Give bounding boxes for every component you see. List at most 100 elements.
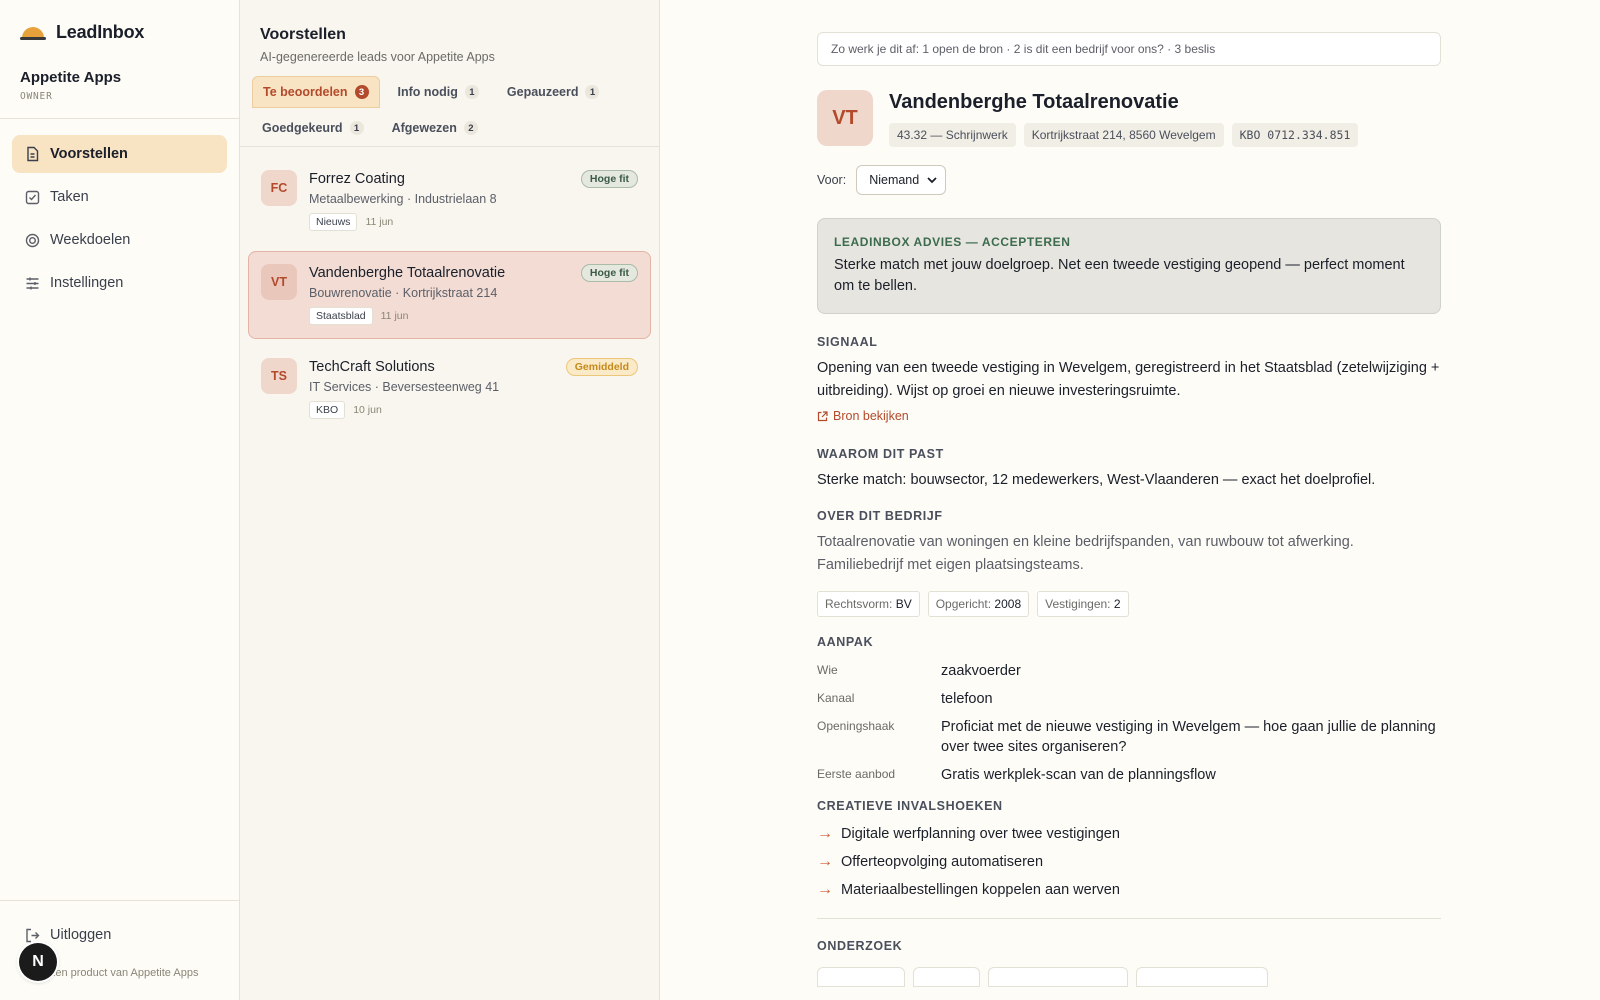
workflow-hint: Zo werk je dit af: 1 open de bron · 2 is… <box>817 32 1441 66</box>
section-label: WAAROM DIT PAST <box>817 446 944 461</box>
list-subtitle: AI-gegenereerde leads voor Appetite Apps <box>260 50 495 64</box>
card-date: 11 jun <box>380 310 409 322</box>
app-root: LeadInbox Appetite Apps OWNER Voorstelle… <box>0 0 1600 1000</box>
n-avatar-badge[interactable]: N <box>19 943 57 981</box>
avatar: FC <box>261 170 297 206</box>
research-pill[interactable] <box>988 966 1128 987</box>
tab-count: 1 <box>464 85 479 99</box>
tab-info-nodig[interactable]: Info nodig 1 <box>388 76 489 108</box>
company-name: Vandenberghe Totaalrenovatie <box>889 91 1179 113</box>
tab-count: 3 <box>354 85 369 99</box>
proposal-detail: Zo werk je dit af: 1 open de bron · 2 is… <box>660 0 1600 1000</box>
list-item[interactable]: VT Vandenberghe Totaalrenovatie Bouwreno… <box>248 251 651 339</box>
signal-section: SIGNAAL Opening van een tweede vestiging… <box>817 335 1441 425</box>
tab-gepauzeerd[interactable]: Gepauzeerd 1 <box>497 76 610 108</box>
list-item: → Digitale werfplanning over twee vestigi… <box>817 824 1120 842</box>
list-header: Voorstellen AI-gegenereerde leads voor A… <box>240 0 659 64</box>
why-text: Sterke match: bouwsector, 12 medewerkers… <box>817 471 1376 488</box>
arrow-right-icon: → <box>817 880 833 898</box>
address-chip: Kortrijkstraat 214, 8560 Wevelgem <box>1023 123 1224 147</box>
research-pill[interactable] <box>913 966 980 987</box>
advice-label: LEADINBOX ADVIES — ACCEPTEREN <box>834 235 1071 249</box>
sidebar-item-label: Voorstellen <box>50 146 128 162</box>
avatar: TS <box>261 358 297 394</box>
signal-text: Opening van een tweede vestiging in Weve… <box>817 360 1440 399</box>
source-tag: Nieuws <box>309 213 358 231</box>
external-link-icon <box>817 410 828 421</box>
section-label: CREATIEVE INVALSHOEKEN <box>817 798 1003 813</box>
tab-goedgekeurd[interactable]: Goedgekeurd 1 <box>252 112 374 144</box>
assignee-label: Voor: <box>817 173 847 187</box>
approach-row: Eerste aanbod Gratis werkplek-scan van d… <box>817 766 1216 783</box>
research-pills <box>817 966 1441 987</box>
brand[interactable]: LeadInbox <box>0 0 239 43</box>
logout-icon <box>24 927 40 943</box>
divider <box>817 917 1441 919</box>
tab-count: 2 <box>463 121 478 135</box>
org-name: Appetite Apps <box>20 69 122 86</box>
source-tag: KBO <box>309 401 346 419</box>
checkbox-icon <box>24 189 40 205</box>
source-link-label: Bron bekijken <box>833 409 909 423</box>
tab-label: Afgewezen <box>391 121 457 135</box>
list-item: → Materiaalbestellingen koppelen aan werv… <box>817 880 1120 898</box>
tab-afgewezen[interactable]: Afgewezen 2 <box>382 112 488 144</box>
list-item[interactable]: TS TechCraft Solutions IT Services · Bev… <box>248 345 651 433</box>
card-date: 11 jun <box>365 216 394 228</box>
source-tag: Staatsblad <box>309 307 373 325</box>
document-icon <box>24 146 40 162</box>
research-pill[interactable] <box>817 966 905 987</box>
sidebar-item-weekdoelen[interactable]: Weekdoelen <box>12 221 227 259</box>
org-role: OWNER <box>20 91 53 102</box>
section-label: OVER DIT BEDRIJF <box>817 508 943 523</box>
proposal-cards: FC Forrez Coating Metaalbewerking · Indu… <box>240 147 659 433</box>
sidebar-nav: Voorstellen Taken Weekdoelen Instellinge… <box>0 119 239 302</box>
arrow-right-icon: → <box>817 852 833 870</box>
card-meta: Bouwrenovatie · Kortrijkstraat 214 <box>309 286 498 300</box>
sidebar-item-taken[interactable]: Taken <box>12 178 227 216</box>
brand-name: LeadInbox <box>56 22 145 42</box>
fact-legal-form: Rechtsvorm: BV <box>817 590 920 617</box>
company-facts: Rechtsvorm: BV Opgericht: 2008 Vestiging… <box>817 590 1441 617</box>
proposal-list-pane: Voorstellen AI-gegenereerde leads voor A… <box>240 0 660 1000</box>
card-meta: Metaalbewerking · Industrielaan 8 <box>309 192 497 206</box>
sidebar-item-label: Instellingen <box>50 275 124 291</box>
assignee-select[interactable]: Niemand <box>856 165 947 195</box>
tab-label: Gepauzeerd <box>506 85 579 99</box>
sidebar-item-voorstellen[interactable]: Voorstellen <box>12 135 227 173</box>
approach-row: Wie zaakvoerder <box>817 662 1021 679</box>
logout-button[interactable]: Uitloggen <box>0 901 239 943</box>
fit-badge: Gemiddeld <box>565 358 638 376</box>
approach-row: Openingshaak Proficiat met de nieuwe ves… <box>817 718 1436 755</box>
company-header: VT Vandenberghe Totaalrenovatie 43.32 — … <box>817 90 1441 147</box>
about-section: OVER DIT BEDRIJF Totaalrenovatie van won… <box>817 509 1441 617</box>
tab-label: Info nodig <box>397 85 458 99</box>
arrow-right-icon: → <box>817 824 833 842</box>
source-link[interactable]: Bron bekijken <box>817 409 909 423</box>
about-text: Totaalrenovatie van woningen en kleine b… <box>817 533 1354 573</box>
tab-te-beoordelen[interactable]: Te beoordelen 3 <box>252 76 380 108</box>
sidebar-item-label: Taken <box>50 189 89 205</box>
nace-chip: 43.32 — Schrijnwerk <box>889 123 1016 147</box>
logout-label: Uitloggen <box>50 927 112 943</box>
sunrise-logo-icon <box>20 26 46 40</box>
sidebar-item-instellingen[interactable]: Instellingen <box>12 264 227 302</box>
section-label: AANPAK <box>817 634 874 649</box>
avatar: VT <box>261 264 297 300</box>
approach-row: Kanaal telefoon <box>817 690 993 707</box>
assignee-row: Voor: Niemand <box>817 165 1441 195</box>
section-label: SIGNAAL <box>817 335 878 349</box>
sidebar: LeadInbox Appetite Apps OWNER Voorstelle… <box>0 0 240 1000</box>
sidebar-item-label: Weekdoelen <box>50 232 131 248</box>
fact-locations: Vestigingen: 2 <box>1037 590 1129 617</box>
research-section: ONDERZOEK <box>817 939 1441 987</box>
approach-section: AANPAK Wie zaakvoerder Kanaal telefoon O… <box>817 635 1441 785</box>
tab-count: 1 <box>349 121 364 135</box>
list-item[interactable]: FC Forrez Coating Metaalbewerking · Indu… <box>248 157 651 245</box>
why-section: WAAROM DIT PAST Sterke match: bouwsector… <box>817 447 1441 492</box>
advice-box: LEADINBOX ADVIES — ACCEPTEREN Sterke mat… <box>817 218 1441 314</box>
company-avatar: VT <box>817 90 873 146</box>
ideas-section: CREATIEVE INVALSHOEKEN → Digitale werfpla… <box>817 799 1441 899</box>
tab-label: Goedgekeurd <box>262 121 343 135</box>
research-pill[interactable] <box>1136 966 1268 987</box>
